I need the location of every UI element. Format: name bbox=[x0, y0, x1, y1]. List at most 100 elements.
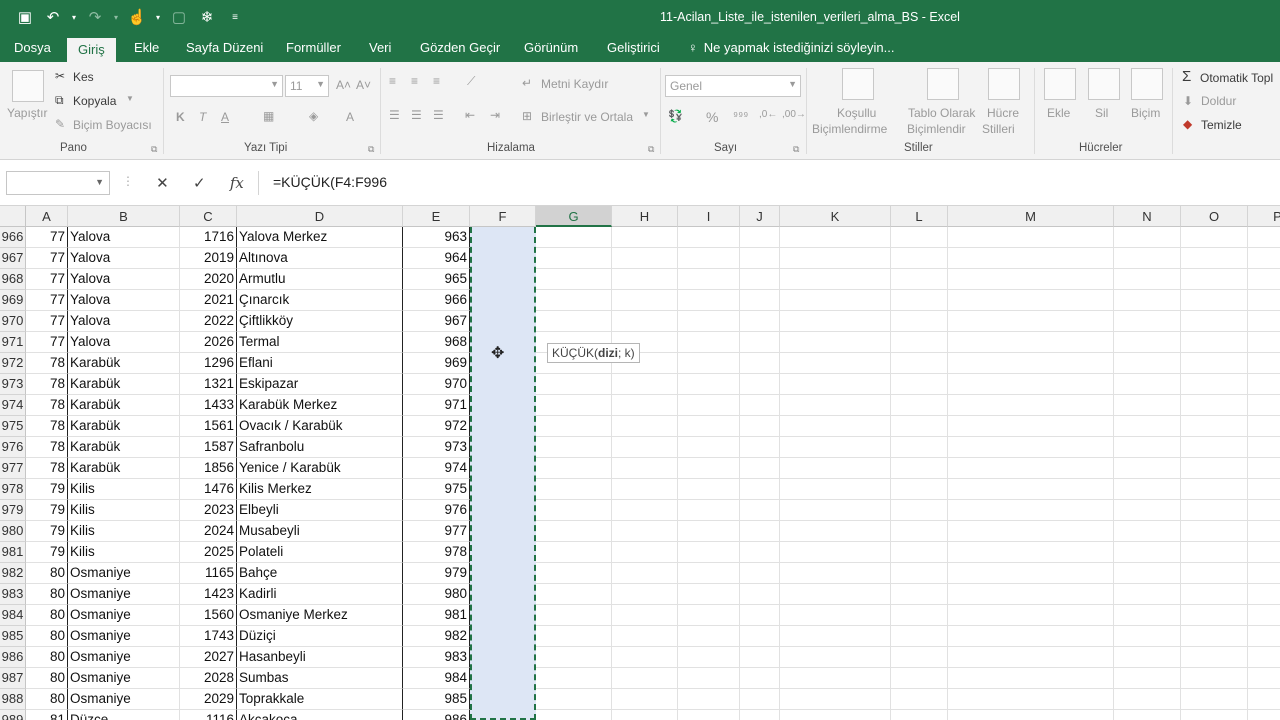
name-box[interactable]: ▼ bbox=[6, 171, 110, 195]
empty-cell[interactable] bbox=[536, 710, 612, 720]
row-header[interactable]: 972 bbox=[0, 353, 26, 374]
empty-cell[interactable] bbox=[678, 563, 740, 584]
empty-cell[interactable] bbox=[948, 542, 1114, 563]
empty-cell[interactable] bbox=[948, 269, 1114, 290]
empty-cell[interactable] bbox=[1181, 248, 1248, 269]
empty-cell[interactable] bbox=[1248, 458, 1280, 479]
empty-cell[interactable] bbox=[1248, 248, 1280, 269]
empty-cell[interactable] bbox=[948, 395, 1114, 416]
empty-cell[interactable] bbox=[891, 290, 948, 311]
empty-cell[interactable] bbox=[780, 332, 891, 353]
cell-b[interactable]: Kilis bbox=[68, 521, 180, 542]
empty-cell[interactable] bbox=[740, 248, 780, 269]
cell-c[interactable]: 1743 bbox=[180, 626, 237, 647]
empty-cell[interactable] bbox=[1248, 605, 1280, 626]
empty-cell[interactable] bbox=[740, 395, 780, 416]
cell-a[interactable]: 79 bbox=[26, 521, 68, 542]
cell-b[interactable]: Kilis bbox=[68, 542, 180, 563]
empty-cell[interactable] bbox=[891, 332, 948, 353]
empty-cell[interactable] bbox=[780, 626, 891, 647]
empty-cell[interactable] bbox=[612, 458, 678, 479]
cell-c[interactable]: 2024 bbox=[180, 521, 237, 542]
merge-center-button[interactable]: Birleştir ve Ortala bbox=[541, 110, 633, 124]
empty-cell[interactable] bbox=[678, 290, 740, 311]
column-header-b[interactable]: B bbox=[68, 206, 180, 227]
empty-cell[interactable] bbox=[1248, 563, 1280, 584]
cell-c[interactable]: 1587 bbox=[180, 437, 237, 458]
cell-b[interactable]: Karabük bbox=[68, 437, 180, 458]
empty-cell[interactable] bbox=[1181, 227, 1248, 248]
cell-a[interactable]: 78 bbox=[26, 395, 68, 416]
align-top-icon[interactable]: ≡ bbox=[389, 74, 396, 88]
empty-cell[interactable] bbox=[612, 542, 678, 563]
empty-cell[interactable] bbox=[1114, 500, 1181, 521]
empty-cell[interactable] bbox=[780, 374, 891, 395]
shrink-font-icon[interactable]: A˅ bbox=[356, 78, 371, 92]
empty-cell[interactable] bbox=[740, 689, 780, 710]
empty-cell[interactable] bbox=[536, 437, 612, 458]
empty-cell[interactable] bbox=[891, 458, 948, 479]
column-header-g[interactable]: G bbox=[536, 206, 612, 227]
insert-function-icon[interactable]: fx bbox=[230, 174, 244, 192]
empty-cell[interactable] bbox=[536, 458, 612, 479]
cell-d[interactable]: Toprakkale bbox=[237, 689, 403, 710]
empty-cell[interactable] bbox=[612, 269, 678, 290]
cell-d[interactable]: Safranbolu bbox=[237, 437, 403, 458]
row-header[interactable]: 971 bbox=[0, 332, 26, 353]
empty-cell[interactable] bbox=[536, 647, 612, 668]
empty-cell[interactable] bbox=[891, 647, 948, 668]
empty-cell[interactable] bbox=[740, 437, 780, 458]
empty-cell[interactable] bbox=[1248, 668, 1280, 689]
column-header-d[interactable]: D bbox=[237, 206, 403, 227]
cell-b[interactable]: Osmaniye bbox=[68, 689, 180, 710]
cell-e[interactable]: 967 bbox=[403, 311, 470, 332]
empty-cell[interactable] bbox=[1114, 521, 1181, 542]
empty-cell[interactable] bbox=[740, 458, 780, 479]
cell-a[interactable]: 78 bbox=[26, 353, 68, 374]
comma-style-icon[interactable]: ⁹⁹⁹ bbox=[733, 109, 748, 123]
empty-cell[interactable] bbox=[678, 710, 740, 720]
empty-cell[interactable] bbox=[891, 710, 948, 720]
empty-cell[interactable] bbox=[1181, 605, 1248, 626]
empty-cell[interactable] bbox=[1248, 437, 1280, 458]
column-header-m[interactable]: M bbox=[948, 206, 1114, 227]
cell-a[interactable]: 78 bbox=[26, 416, 68, 437]
cell-d[interactable]: Armutlu bbox=[237, 269, 403, 290]
cell-e[interactable]: 971 bbox=[403, 395, 470, 416]
empty-cell[interactable] bbox=[1181, 500, 1248, 521]
cell-b[interactable]: Osmaniye bbox=[68, 668, 180, 689]
cell-e[interactable]: 973 bbox=[403, 437, 470, 458]
row-header[interactable]: 984 bbox=[0, 605, 26, 626]
empty-cell[interactable] bbox=[678, 458, 740, 479]
empty-cell[interactable] bbox=[678, 395, 740, 416]
empty-cell[interactable] bbox=[536, 395, 612, 416]
empty-cell[interactable] bbox=[891, 248, 948, 269]
empty-cell[interactable] bbox=[891, 626, 948, 647]
empty-cell[interactable] bbox=[948, 521, 1114, 542]
grow-font-icon[interactable]: A˄ bbox=[336, 78, 351, 92]
paste-icon[interactable] bbox=[12, 70, 44, 102]
cell-e[interactable]: 980 bbox=[403, 584, 470, 605]
row-header[interactable]: 979 bbox=[0, 500, 26, 521]
empty-cell[interactable] bbox=[891, 395, 948, 416]
cell-d[interactable]: Karabük Merkez bbox=[237, 395, 403, 416]
cell-c[interactable]: 1433 bbox=[180, 395, 237, 416]
empty-cell[interactable] bbox=[740, 353, 780, 374]
column-header-i[interactable]: I bbox=[678, 206, 740, 227]
empty-cell[interactable] bbox=[780, 290, 891, 311]
increase-indent-icon[interactable]: ⇥ bbox=[490, 108, 500, 122]
empty-cell[interactable] bbox=[891, 605, 948, 626]
cell-a[interactable]: 78 bbox=[26, 458, 68, 479]
empty-cell[interactable] bbox=[1114, 626, 1181, 647]
empty-cell[interactable] bbox=[891, 269, 948, 290]
cell-d[interactable]: Akçakoca bbox=[237, 710, 403, 720]
column-header-o[interactable]: O bbox=[1181, 206, 1248, 227]
decrease-decimal-icon[interactable]: ,00→ bbox=[782, 109, 806, 120]
cell-c[interactable]: 2027 bbox=[180, 647, 237, 668]
empty-cell[interactable] bbox=[948, 353, 1114, 374]
format-painter-button[interactable]: Biçim Boyacısı bbox=[73, 118, 152, 132]
currency-icon[interactable]: 💱 bbox=[668, 109, 683, 123]
cell-c[interactable]: 2021 bbox=[180, 290, 237, 311]
empty-cell[interactable] bbox=[740, 626, 780, 647]
font-size-combo[interactable]: 11 ▼ bbox=[285, 75, 329, 97]
